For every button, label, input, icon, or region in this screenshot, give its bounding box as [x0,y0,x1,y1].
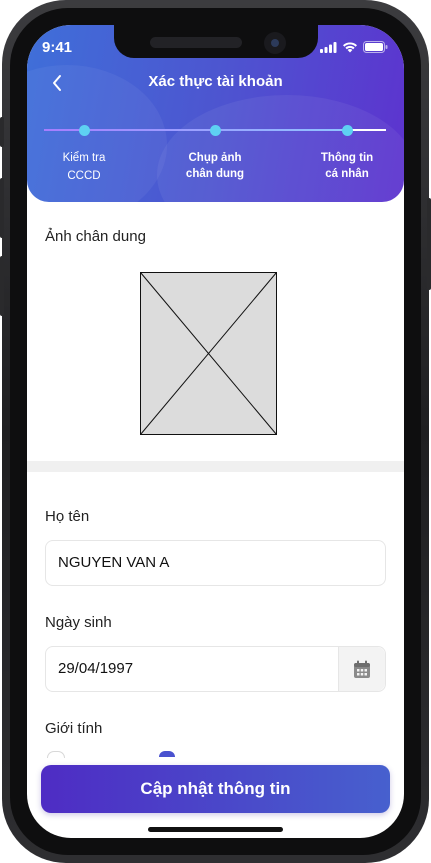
power-button [427,198,431,290]
dob-value: 29/04/1997 [58,660,134,677]
step-label-1-line1: Kiểm tra [62,152,106,164]
front-camera [264,32,286,54]
status-time: 9:41 [42,39,73,56]
portrait-label: Ảnh chân dung [45,228,146,245]
step-label-1-line2: CCCD [67,170,101,182]
step-label-1: Kiểm tra CCCD [39,150,129,184]
step-label-3-line1: Thông tin [320,152,374,164]
battery-icon [363,41,388,53]
signal-icon [320,41,337,53]
gender-radio-male[interactable] [47,751,65,758]
page-title: Xác thực tài khoản [148,73,283,90]
step-label-3: Thông tin cá nhân [302,150,392,182]
name-field[interactable]: NGUYEN VAN A [45,540,386,586]
step-label-3-line2: cá nhân [325,168,369,180]
step-dot-2 [210,125,221,136]
step-label-2-line2: chân dung [185,168,245,180]
step-dot-3 [342,125,353,136]
step-dot-1 [79,125,90,136]
mute-switch [0,117,4,147]
update-info-button[interactable]: Cập nhật thông tin [41,765,390,813]
step-label-2: Chụp ảnh chân dung [170,150,260,182]
dob-field[interactable]: 29/04/1997 [45,646,386,692]
speaker-grille [150,37,242,48]
dob-label: Ngày sinh [45,614,112,631]
header: 9:41 Xác thực tài khoản Kiểm tra CCCD Ch… [27,25,404,202]
home-indicator [148,827,283,832]
camera-notch [114,25,318,58]
name-value: NGUYEN VAN A [58,554,170,571]
progress-track-end [352,129,386,131]
header-decoration [157,95,404,202]
app-screen: 9:41 Xác thực tài khoản Kiểm tra CCCD Ch… [27,25,404,838]
portrait-image-placeholder[interactable] [140,272,277,435]
step-label-2-line1: Chụp ảnh [188,152,242,164]
gender-radio-female[interactable] [159,751,175,757]
date-picker-button[interactable] [338,647,385,691]
status-icons [320,41,388,53]
wifi-icon [343,42,357,53]
name-label: Họ tên [45,508,90,525]
gender-label: Giới tính [45,720,103,737]
progress-fill [44,129,369,131]
volume-up-button [0,178,4,238]
volume-down-button [0,256,4,316]
calendar-icon [354,660,370,678]
section-divider [27,461,404,472]
